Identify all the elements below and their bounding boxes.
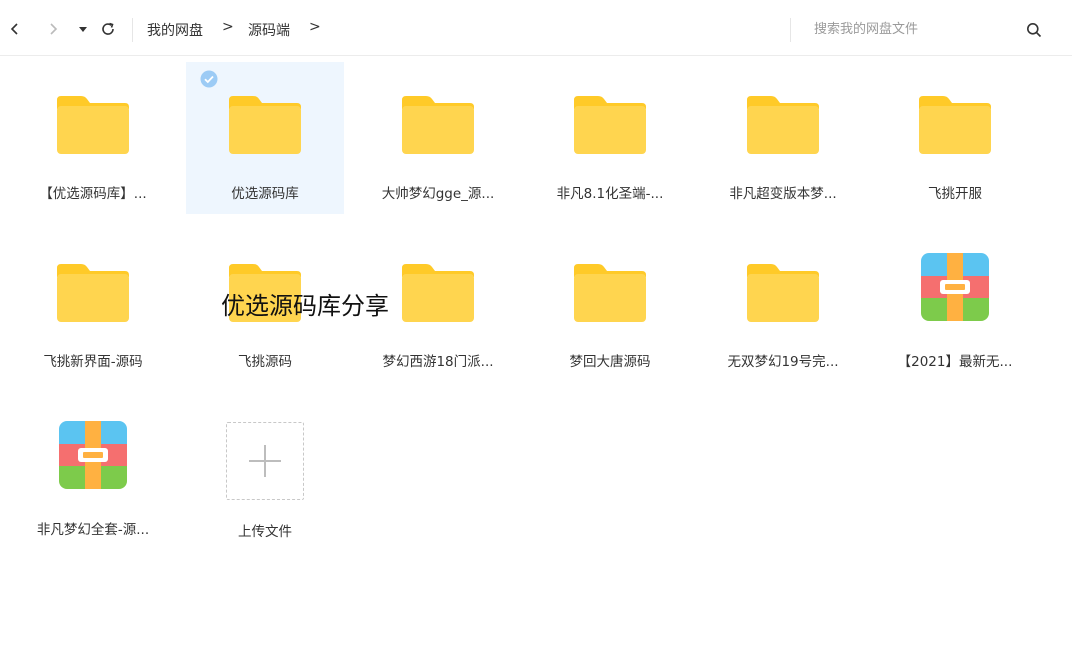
folder-tile[interactable]: 飞挑新界面-源码 (14, 230, 172, 382)
breadcrumb-separator: > (222, 19, 234, 35)
search-button[interactable] (1022, 18, 1046, 42)
item-name: 梦幻西游18门派... (382, 354, 494, 370)
folder-tile[interactable]: 飞挑开服 (876, 62, 1034, 214)
folder-icon (574, 264, 646, 322)
chevron-left-icon (10, 23, 18, 35)
history-dropdown-button[interactable] (72, 18, 94, 40)
toolbar-divider (132, 18, 133, 42)
upload-file-label: 上传文件 (238, 524, 292, 540)
item-name: 梦回大唐源码 (569, 354, 651, 370)
folder-icon (57, 96, 129, 154)
folder-icon (574, 96, 646, 154)
folder-tile[interactable]: 梦回大唐源码 (531, 230, 689, 382)
item-name: 飞挑源码 (238, 354, 292, 370)
folder-tile[interactable]: 优选源码库 (186, 62, 344, 214)
folder-tile[interactable]: 大帅梦幻gge_源... (359, 62, 517, 214)
folder-icon (402, 264, 474, 322)
breadcrumb-separator-trailing: > (309, 19, 321, 35)
item-name: 大帅梦幻gge_源... (381, 186, 495, 202)
toolbar: 我的网盘 > 源码端 > (0, 0, 1072, 56)
folder-icon (57, 264, 129, 322)
item-name: 【优选源码库】... (39, 186, 147, 202)
item-name: 非凡超变版本梦... (729, 186, 837, 202)
plus-icon (249, 445, 281, 477)
caret-down-icon (79, 27, 87, 32)
search-divider (790, 18, 791, 42)
selected-check-icon[interactable] (200, 70, 218, 88)
folder-icon (747, 96, 819, 154)
upload-box[interactable] (226, 422, 304, 500)
archive-tile[interactable]: 非凡梦幻全套-源... (14, 398, 172, 550)
back-button[interactable] (4, 18, 26, 40)
refresh-button[interactable] (97, 18, 119, 40)
folder-icon (919, 96, 991, 154)
breadcrumb-item-root[interactable]: 我的网盘 (147, 20, 203, 40)
item-name: 无双梦幻19号完... (727, 354, 839, 370)
watermark-text: 优选源码库分享 (221, 292, 389, 320)
item-name: 非凡梦幻全套-源... (36, 522, 150, 538)
file-grid: 【优选源码库】... 优选源码库 大帅梦幻gge_源... 非凡8.1化圣端-.… (0, 56, 1072, 653)
folder-tile[interactable]: 非凡8.1化圣端-... (531, 62, 689, 214)
item-name: 优选源码库 (231, 186, 299, 202)
item-name: 飞挑新界面-源码 (43, 354, 143, 370)
item-name: 【2021】最新无... (897, 354, 1013, 370)
folder-icon (229, 96, 301, 154)
refresh-icon (102, 22, 114, 35)
forward-button[interactable] (42, 18, 64, 40)
folder-icon (402, 96, 474, 154)
item-name: 飞挑开服 (928, 186, 982, 202)
archive-icon (59, 421, 127, 489)
item-name: 非凡8.1化圣端-... (556, 186, 664, 202)
search-icon (1027, 23, 1042, 38)
folder-tile[interactable]: 无双梦幻19号完... (704, 230, 862, 382)
folder-icon (747, 264, 819, 322)
chevron-right-icon (50, 23, 58, 35)
search-input[interactable] (798, 14, 1018, 44)
archive-tile[interactable]: 【2021】最新无... (876, 230, 1034, 382)
upload-file-tile[interactable]: 上传文件 (186, 398, 344, 550)
breadcrumb-item-current[interactable]: 源码端 (248, 20, 290, 40)
folder-tile[interactable]: 非凡超变版本梦... (704, 62, 862, 214)
archive-icon (921, 253, 989, 321)
folder-tile[interactable]: 【优选源码库】... (14, 62, 172, 214)
